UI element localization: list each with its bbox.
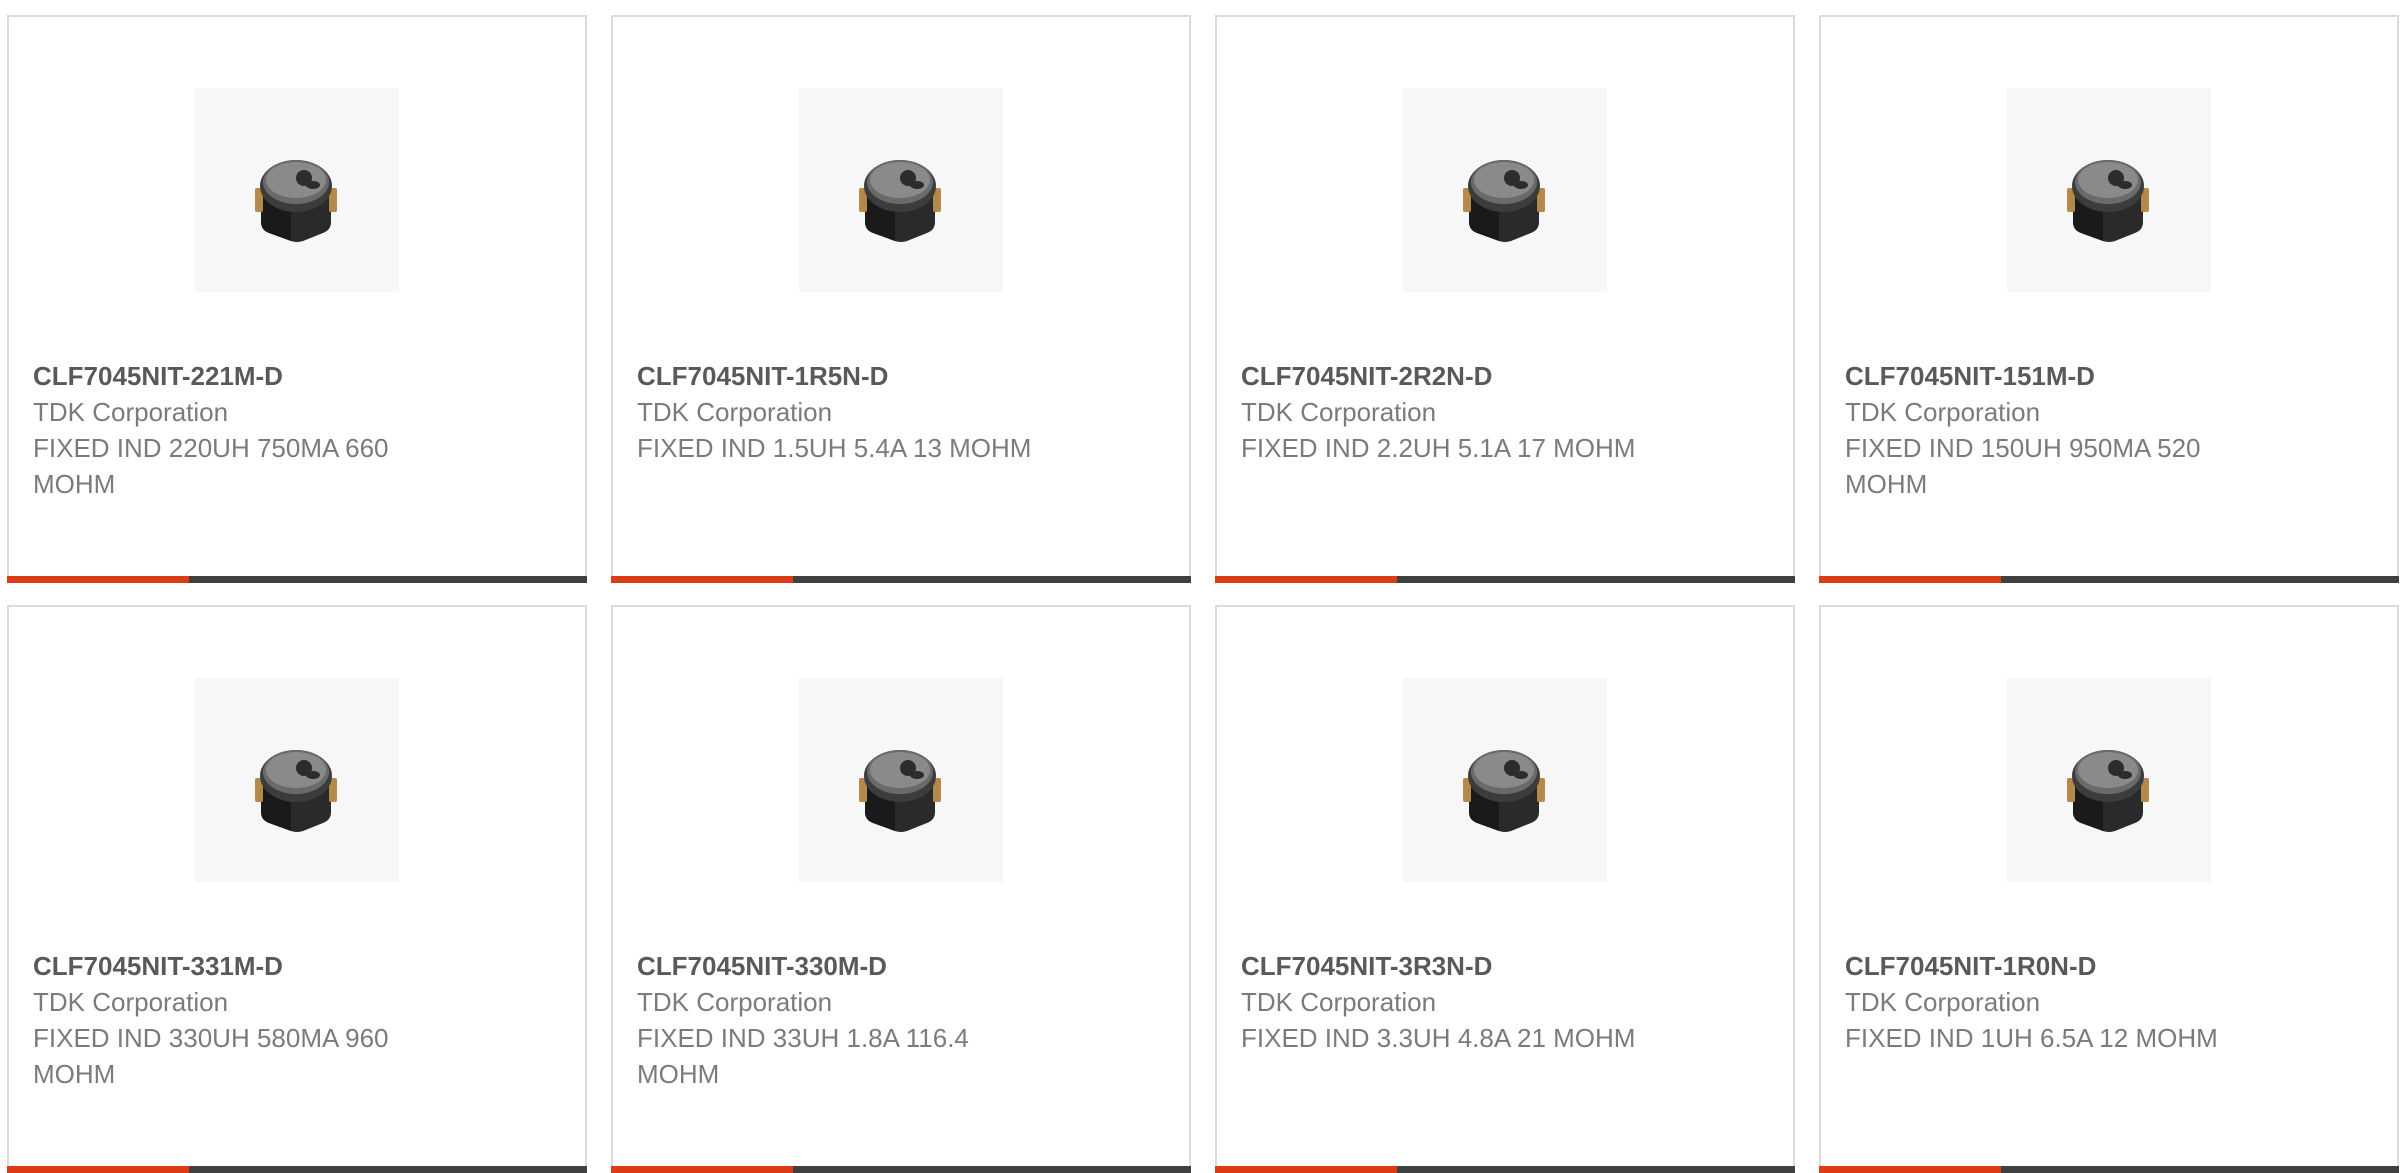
inductor-product-image[interactable] [195,88,399,292]
card-accent-bar [1215,576,1397,583]
card-footer-bar [1819,1166,2399,1173]
description: FIXED IND 1UH 6.5A 12 MOHM [1845,1023,2218,1053]
product-info: CLF7045NIT-3R3N-D TDK Corporation FIXED … [1241,948,1661,1056]
product-info: CLF7045NIT-151M-D TDK Corporation FIXED … [1845,358,2265,502]
product-info: CLF7045NIT-1R5N-D TDK Corporation FIXED … [637,358,1057,466]
card-footer-bar [7,576,587,583]
description: FIXED IND 330UH 580MA 960 MOHM [33,1023,389,1089]
manufacturer: TDK Corporation [1845,397,2041,427]
inductor-product-image[interactable] [799,678,1003,882]
manufacturer: TDK Corporation [1241,397,1437,427]
part-number[interactable]: CLF7045NIT-1R5N-D [637,358,1057,394]
inductor-product-image[interactable] [195,678,399,882]
inductor-product-image[interactable] [799,88,1003,292]
inductor-product-image[interactable] [1403,88,1607,292]
product-card[interactable]: CLF7045NIT-331M-D TDK Corporation FIXED … [7,605,587,1173]
part-number[interactable]: CLF7045NIT-331M-D [33,948,453,984]
product-info: CLF7045NIT-1R0N-D TDK Corporation FIXED … [1845,948,2265,1056]
card-footer-bar [7,1166,587,1173]
card-footer-bar [1819,576,2399,583]
inductor-product-image[interactable] [2007,678,2211,882]
part-number[interactable]: CLF7045NIT-2R2N-D [1241,358,1661,394]
description: FIXED IND 33UH 1.8A 116.4 MOHM [637,1023,969,1089]
manufacturer: TDK Corporation [33,397,229,427]
card-accent-bar [1819,576,2001,583]
description: FIXED IND 150UH 950MA 520 MOHM [1845,433,2201,499]
product-grid: CLF7045NIT-221M-D TDK Corporation FIXED … [7,15,2399,1173]
part-number[interactable]: CLF7045NIT-1R0N-D [1845,948,2265,984]
description: FIXED IND 220UH 750MA 660 MOHM [33,433,389,499]
product-card[interactable]: CLF7045NIT-2R2N-D TDK Corporation FIXED … [1215,15,1795,583]
description: FIXED IND 1.5UH 5.4A 13 MOHM [637,433,1032,463]
card-footer-bar [611,1166,1191,1173]
card-accent-bar [1215,1166,1397,1173]
product-card[interactable]: CLF7045NIT-1R0N-D TDK Corporation FIXED … [1819,605,2399,1173]
manufacturer: TDK Corporation [33,987,229,1017]
product-info: CLF7045NIT-2R2N-D TDK Corporation FIXED … [1241,358,1661,466]
manufacturer: TDK Corporation [1241,987,1437,1017]
manufacturer: TDK Corporation [1845,987,2041,1017]
card-accent-bar [1819,1166,2001,1173]
card-footer-bar [1215,1166,1795,1173]
card-footer-bar [1215,576,1795,583]
product-info: CLF7045NIT-221M-D TDK Corporation FIXED … [33,358,453,502]
inductor-product-image[interactable] [1403,678,1607,882]
product-card[interactable]: CLF7045NIT-1R5N-D TDK Corporation FIXED … [611,15,1191,583]
card-footer-bar [611,576,1191,583]
product-card[interactable]: CLF7045NIT-221M-D TDK Corporation FIXED … [7,15,587,583]
manufacturer: TDK Corporation [637,397,833,427]
inductor-product-image[interactable] [2007,88,2211,292]
product-info: CLF7045NIT-331M-D TDK Corporation FIXED … [33,948,453,1092]
product-card[interactable]: CLF7045NIT-151M-D TDK Corporation FIXED … [1819,15,2399,583]
product-card[interactable]: CLF7045NIT-330M-D TDK Corporation FIXED … [611,605,1191,1173]
product-info: CLF7045NIT-330M-D TDK Corporation FIXED … [637,948,1057,1092]
manufacturer: TDK Corporation [637,987,833,1017]
card-accent-bar [611,1166,793,1173]
part-number[interactable]: CLF7045NIT-151M-D [1845,358,2265,394]
description: FIXED IND 3.3UH 4.8A 21 MOHM [1241,1023,1636,1053]
card-accent-bar [7,576,189,583]
part-number[interactable]: CLF7045NIT-221M-D [33,358,453,394]
description: FIXED IND 2.2UH 5.1A 17 MOHM [1241,433,1636,463]
part-number[interactable]: CLF7045NIT-3R3N-D [1241,948,1661,984]
card-accent-bar [7,1166,189,1173]
part-number[interactable]: CLF7045NIT-330M-D [637,948,1057,984]
card-accent-bar [611,576,793,583]
product-card[interactable]: CLF7045NIT-3R3N-D TDK Corporation FIXED … [1215,605,1795,1173]
